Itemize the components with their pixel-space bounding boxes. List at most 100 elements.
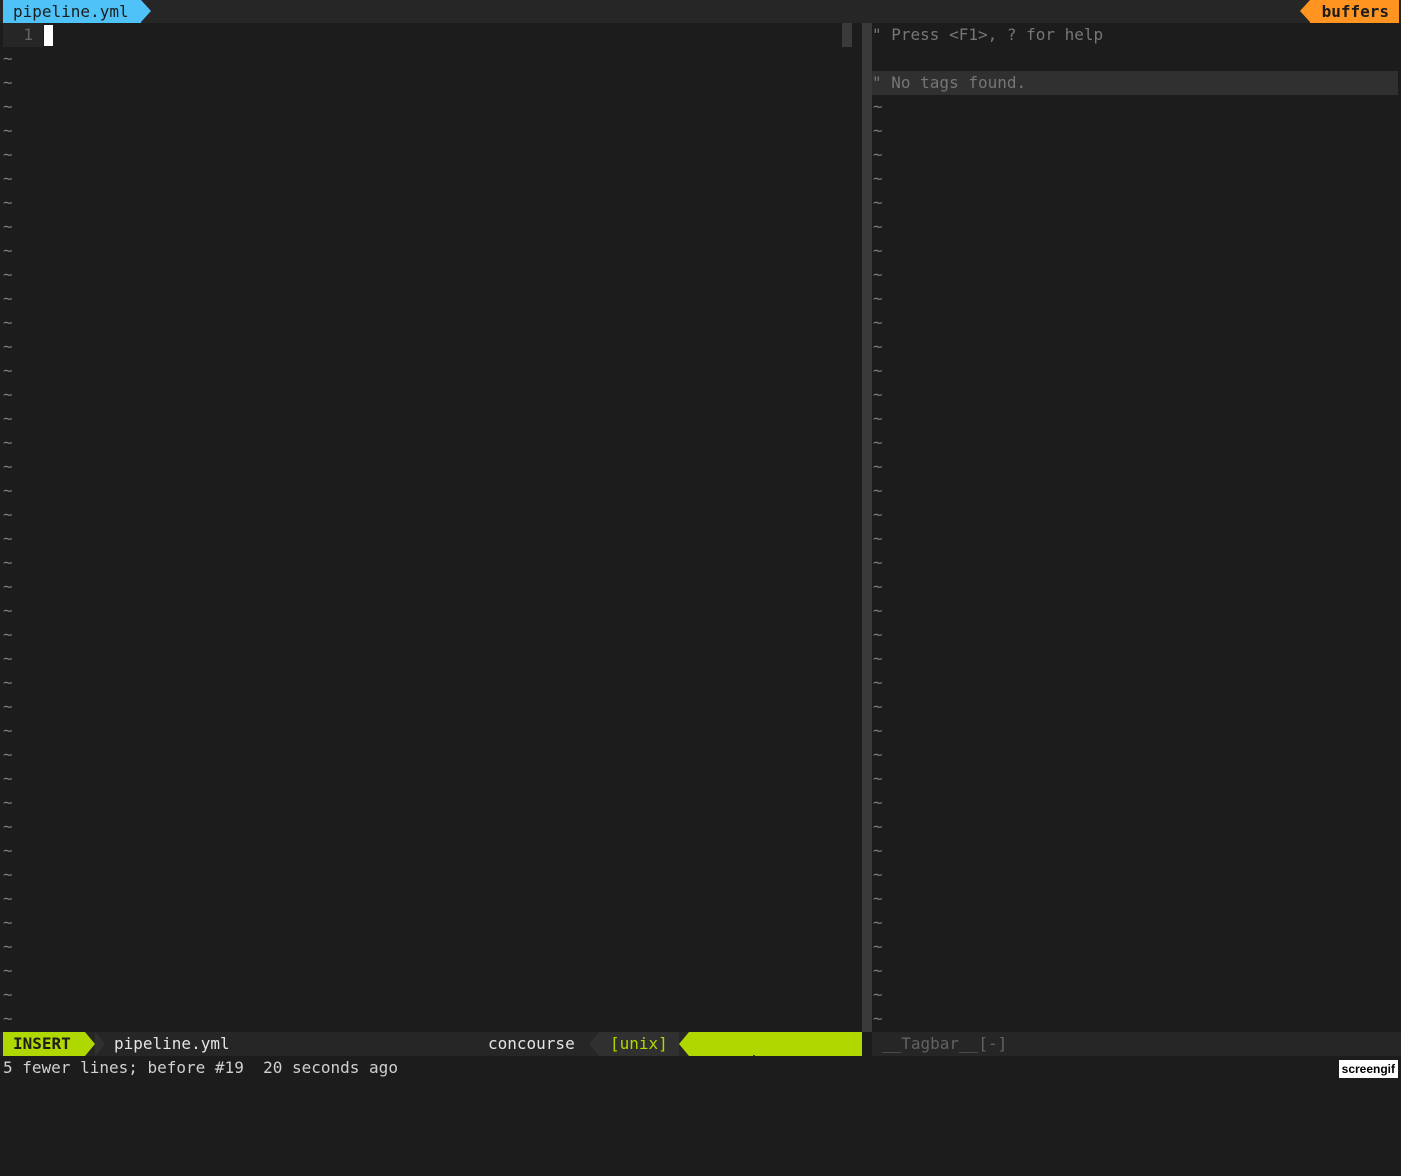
- empty-line-marker: ~: [873, 697, 883, 716]
- statusline-branch: concourse: [488, 1034, 575, 1053]
- empty-line-marker: ~: [873, 169, 883, 188]
- statusline-filename: pipeline.yml: [114, 1034, 230, 1053]
- buffers-indicator[interactable]: buffers: [1299, 0, 1399, 23]
- statusline: INSERT pipeline.yml concourse [unix] 100…: [0, 1032, 862, 1149]
- empty-line-marker: ~: [873, 409, 883, 428]
- empty-line-marker: ~: [873, 457, 883, 476]
- screengif-watermark: screengif: [1338, 1060, 1398, 1078]
- empty-line-marker: ~: [873, 193, 883, 212]
- tab-file-label: pipeline.yml: [13, 2, 129, 21]
- empty-line-marker: ~: [873, 841, 883, 860]
- empty-line-marker: ~: [3, 433, 13, 452]
- empty-line-marker: ~: [873, 385, 883, 404]
- empty-line-marker: ~: [873, 961, 883, 980]
- empty-line-marker: ~: [873, 745, 883, 764]
- empty-line-marker: ~: [3, 193, 13, 212]
- empty-line-marker: ~: [3, 409, 13, 428]
- empty-line-marker: ~: [3, 745, 13, 764]
- text-cursor: [44, 25, 53, 46]
- empty-line-marker: ~: [873, 313, 883, 332]
- position-separator: [679, 1032, 689, 1056]
- empty-line-marker: ~: [3, 601, 13, 620]
- empty-line-marker: ~: [3, 217, 13, 236]
- empty-line-marker: ~: [3, 889, 13, 908]
- percent-through-file: 100%: [701, 1058, 740, 1077]
- empty-line-marker: ~: [3, 697, 13, 716]
- empty-line-marker: ~: [873, 145, 883, 164]
- empty-line-marker: ~: [873, 337, 883, 356]
- empty-line-marker: ~: [3, 553, 13, 572]
- empty-line-marker: ~: [3, 121, 13, 140]
- empty-line-marker: ~: [873, 505, 883, 524]
- empty-line-marker: ~: [873, 985, 883, 1004]
- empty-line-marker: ~: [873, 625, 883, 644]
- empty-line-marker: ~: [3, 481, 13, 500]
- empty-line-marker: ~: [873, 121, 883, 140]
- tagbar-buffer-name: __Tagbar__[-]: [882, 1034, 1008, 1053]
- empty-line-marker: ~: [873, 649, 883, 668]
- empty-line-marker: ~: [873, 769, 883, 788]
- empty-line-marker: ~: [3, 385, 13, 404]
- empty-line-marker: ~: [873, 577, 883, 596]
- empty-line-marker: ~: [873, 601, 883, 620]
- tab-pipeline-yml[interactable]: pipeline.yml: [3, 0, 151, 23]
- empty-line-marker: ~: [3, 265, 13, 284]
- buffers-label: buffers: [1321, 2, 1389, 21]
- tagbar-window[interactable]: " Press <F1>, ? for help " No tags found…: [872, 23, 1401, 1052]
- empty-line-marker: ~: [3, 313, 13, 332]
- empty-line-marker: ~: [3, 985, 13, 1004]
- empty-line-marker: ~: [3, 73, 13, 92]
- empty-line-marker: ~: [3, 865, 13, 884]
- tabline: pipeline.yml buffers: [0, 0, 1401, 23]
- empty-line-marker: ~: [873, 217, 883, 236]
- column-number: 0:: [791, 1106, 811, 1125]
- buffers-arrow: [1299, 0, 1310, 22]
- empty-line-marker: ~: [873, 241, 883, 260]
- empty-line-marker: ~: [873, 265, 883, 284]
- empty-line-marker: ~: [3, 769, 13, 788]
- empty-line-marker: ~: [873, 433, 883, 452]
- empty-line-marker: ~: [3, 241, 13, 260]
- empty-line-marker: ~: [3, 457, 13, 476]
- empty-line-marker: ~: [3, 961, 13, 980]
- empty-line-marker: ~: [3, 529, 13, 548]
- tab-arrow: [140, 0, 151, 22]
- empty-line-marker: ~: [3, 577, 13, 596]
- statusline-separator: [589, 1032, 599, 1056]
- empty-line-marker: ~: [3, 817, 13, 836]
- empty-line-marker: ~: [3, 361, 13, 380]
- statusline-fileformat: [unix]: [599, 1032, 679, 1056]
- empty-line-marker: ~: [3, 49, 13, 68]
- editor-window[interactable]: 1 ~ ~ ~ ~ ~ ~ ~ ~ ~ ~ ~ ~ ~ ~ ~ ~ ~ ~ ~ ~ ~ ~ ~ ~ ~ ~ ~ ~ ~ ~ ~ ~ ~ ~ ~ ~ ~ ~…: [0, 23, 861, 1052]
- empty-line-marker: ~: [3, 841, 13, 860]
- mode-indicator: INSERT: [3, 1032, 85, 1056]
- empty-line-marker: ~: [3, 649, 13, 668]
- tagbar-no-tags-line: " No tags found.: [872, 71, 1398, 95]
- empty-line-marker: ~: [3, 289, 13, 308]
- empty-line-marker: ~: [3, 721, 13, 740]
- empty-line-marker: ~: [873, 481, 883, 500]
- tagbar-empty-line-markers: ~~~~~~~~~~~~~~~~~~~~~~~~~~~~~~~~~~~~~~~~: [873, 95, 883, 1055]
- empty-line-marker: ~: [3, 793, 13, 812]
- empty-line-marker: ~: [3, 1009, 13, 1028]
- empty-line-marker: ~: [3, 673, 13, 692]
- empty-line-marker: ~: [873, 1009, 883, 1028]
- mode-separator: [85, 1032, 95, 1056]
- empty-line-markers: ~ ~ ~ ~ ~ ~ ~ ~ ~ ~ ~ ~ ~ ~ ~ ~ ~ ~ ~ ~ ~ ~ ~ ~ ~ ~ ~ ~ ~ ~ ~ ~ ~ ~ ~ ~ ~ ~ ~ ~…: [3, 47, 13, 1055]
- line-number-value: 1: [832, 1130, 842, 1149]
- empty-line-marker: ~: [873, 817, 883, 836]
- command-line-message: 5 fewer lines; before #19 20 seconds ago: [3, 1058, 398, 1077]
- empty-line-marker: ~: [873, 529, 883, 548]
- empty-line-marker: ~: [873, 289, 883, 308]
- tagbar-help-text: " Press <F1>, ? for help: [872, 25, 1104, 44]
- empty-line-marker: ~: [3, 625, 13, 644]
- empty-line-marker: ~: [873, 721, 883, 740]
- empty-line-marker: ~: [873, 937, 883, 956]
- empty-line-marker: ~: [3, 337, 13, 356]
- line-number-gutter: 1: [3, 23, 43, 47]
- empty-line-marker: ~: [873, 793, 883, 812]
- statusline-position: 100% ŁN 0: 1: [689, 1032, 862, 1149]
- empty-line-marker: ~: [873, 673, 883, 692]
- empty-line-marker: ~: [3, 145, 13, 164]
- vertical-split-divider[interactable]: [862, 23, 872, 1032]
